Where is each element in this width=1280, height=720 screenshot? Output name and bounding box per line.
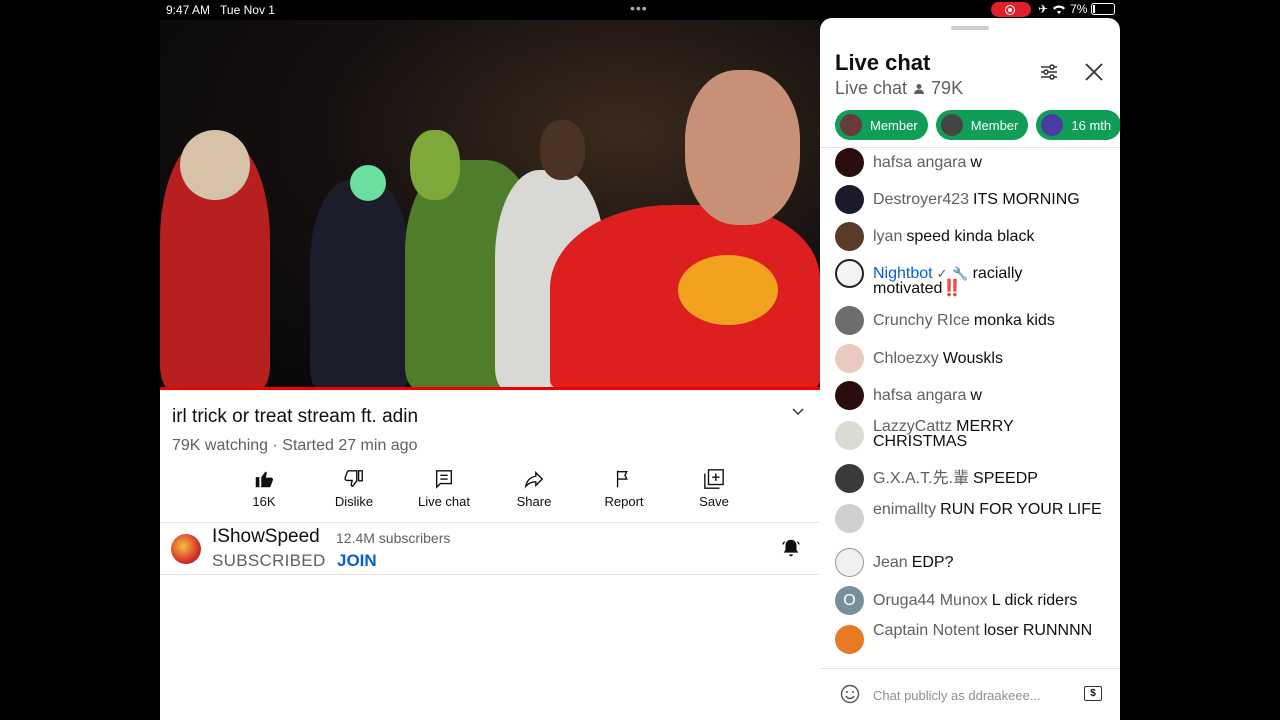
viewers-icon <box>914 83 925 94</box>
wrench-icon: 🔧 <box>951 266 969 281</box>
message-author[interactable]: G.X.A.T.先.輩 <box>873 470 969 487</box>
watch-pane: irl trick or treat stream ft. adin 79K w… <box>160 20 820 720</box>
message-author[interactable]: Jean <box>873 554 908 571</box>
video-title: irl trick or treat stream ft. adin <box>172 406 419 427</box>
avatar <box>835 381 864 410</box>
message-author[interactable]: Captain Notent <box>873 622 980 639</box>
like-button[interactable]: 16K <box>224 468 304 509</box>
battery-icon <box>1091 3 1116 15</box>
dislike-button[interactable]: Dislike <box>314 468 394 509</box>
join-button[interactable]: JOIN <box>337 551 377 571</box>
live-chat-panel: Live chat Live chat 79K Member Member 16… <box>820 18 1120 720</box>
close-icon[interactable] <box>1084 62 1104 87</box>
avatar <box>835 148 864 177</box>
message-author[interactable]: hafsa angara <box>873 387 966 404</box>
sheet-grabber[interactable] <box>951 26 989 30</box>
avatar <box>835 222 864 251</box>
message-text: SPEEDP <box>973 470 1038 487</box>
message-author[interactable]: Destroyer423 <box>873 191 969 208</box>
share-icon <box>524 470 544 489</box>
avatar: O <box>835 586 864 615</box>
live-progress-bar[interactable] <box>160 387 820 390</box>
expand-description-icon[interactable] <box>792 405 806 419</box>
share-button[interactable]: Share <box>494 468 574 509</box>
avatar <box>835 504 864 533</box>
avatar <box>835 625 864 654</box>
chat-input[interactable]: Chat publicly as ddraakeee... <box>873 688 1041 703</box>
chat-mode-selector[interactable]: Live chat 79K <box>835 78 963 99</box>
filter-settings-icon[interactable] <box>1039 62 1059 87</box>
message-text: Wouskls <box>942 350 1003 367</box>
chat-title: Live chat <box>835 50 931 75</box>
message-author[interactable]: Oruga44 Munox <box>873 592 988 609</box>
message-text: w <box>970 387 982 404</box>
status-time: 9:47 AM Tue Nov 1 <box>166 3 275 17</box>
avatar <box>1041 114 1064 136</box>
notification-bell-icon[interactable] <box>780 537 802 564</box>
member-ticker: Member Member 16 mth <box>835 110 1120 140</box>
message-text: monka kids <box>973 312 1055 329</box>
avatar <box>940 114 963 136</box>
avatar <box>835 344 864 373</box>
channel-name[interactable]: IShowSpeed <box>212 526 320 548</box>
message-text: EDP? <box>911 554 954 571</box>
ticker-chip[interactable]: 16 mth <box>1036 110 1120 140</box>
viewer-count: 79K <box>931 78 964 98</box>
subscriber-count: 12.4M subscribers <box>336 530 451 546</box>
airplane-icon: ✈ <box>1038 2 1049 16</box>
message-author[interactable]: enimallty <box>873 501 936 518</box>
video-player[interactable] <box>160 20 820 390</box>
message-text: loser RUNNNN <box>983 622 1093 639</box>
message-text: w <box>970 154 982 171</box>
avatar <box>840 114 862 136</box>
thumbs-down-icon <box>344 470 363 488</box>
video-meta: 79K watching · Started 27 min ago <box>172 437 418 454</box>
wifi-icon <box>1053 5 1066 14</box>
message-author[interactable]: Crunchy RIce <box>873 312 970 329</box>
message-text: RUN FOR YOUR LIFE <box>940 501 1102 518</box>
message-text: speed kinda black <box>906 228 1035 245</box>
message-author[interactable]: Chloezxy <box>873 350 939 367</box>
subscribed-button[interactable]: SUBSCRIBED <box>212 551 326 571</box>
super-chat-icon[interactable]: $ <box>1084 686 1102 701</box>
action-bar: 16K Dislike Live chat Share Report Save <box>160 468 820 518</box>
flag-icon <box>616 470 628 488</box>
message-text: ITS MORNING <box>973 191 1080 208</box>
avatar <box>835 548 864 577</box>
avatar <box>835 259 864 288</box>
ticker-chip[interactable]: Member <box>835 110 928 140</box>
emoji-icon[interactable] <box>840 684 860 709</box>
avatar <box>835 185 864 214</box>
screen-record-icon[interactable] <box>991 2 1031 17</box>
avatar <box>835 464 864 493</box>
chat-message-list[interactable]: hafsa angara w Destroyer423 ITS MORNING ly… <box>820 148 1120 668</box>
avatar <box>835 306 864 335</box>
live-chat-button[interactable]: Live chat <box>404 468 484 509</box>
divider <box>820 668 1120 669</box>
thumbs-up-icon <box>255 471 273 488</box>
chat-input-row: Chat publicly as ddraakeee... $ <box>820 678 1120 708</box>
status-bar: 9:47 AM Tue Nov 1 ••• ✈ 7% <box>0 0 1280 20</box>
chat-icon <box>435 470 453 489</box>
multitask-dots-icon[interactable]: ••• <box>630 0 648 16</box>
message-text: L dick riders <box>991 592 1078 609</box>
verified-icon: ✓ <box>936 266 948 281</box>
message-author[interactable]: hafsa angara <box>873 154 966 171</box>
report-button[interactable]: Report <box>584 468 664 509</box>
divider <box>160 574 820 575</box>
channel-avatar[interactable] <box>171 534 201 564</box>
avatar <box>835 421 864 450</box>
save-button[interactable]: Save <box>674 468 754 509</box>
channel-row: IShowSpeed 12.4M subscribers SUBSCRIBED … <box>160 523 820 575</box>
battery-percent: 7% <box>1070 2 1088 16</box>
status-indicators: ✈ 7% <box>1038 2 1116 16</box>
save-icon <box>704 469 724 489</box>
ticker-chip[interactable]: Member <box>935 110 1029 140</box>
message-author[interactable]: lyan <box>873 228 902 245</box>
